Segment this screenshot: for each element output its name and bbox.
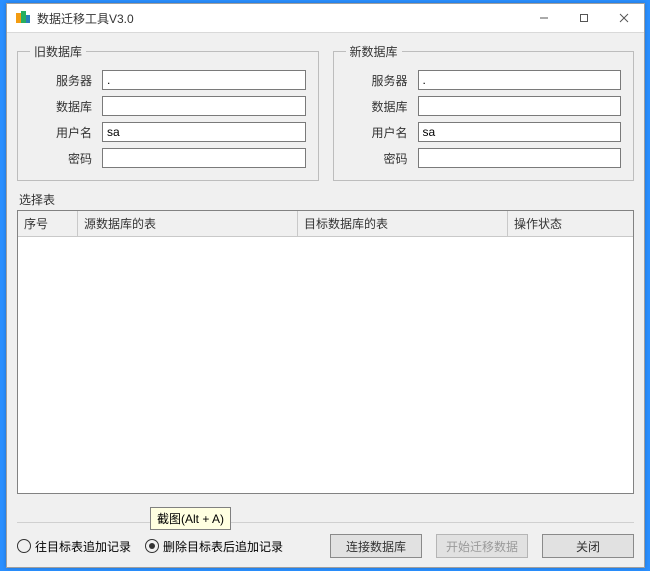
new-database-input[interactable] [418,96,622,116]
radio-replace[interactable]: 删除目标表后追加记录 [145,538,283,555]
screenshot-tooltip: 截图(Alt + A) [150,507,231,530]
new-db-legend: 新数据库 [346,43,402,60]
new-server-input[interactable] [418,70,622,90]
new-server-label: 服务器 [346,72,408,89]
old-password-label: 密码 [30,150,92,167]
select-table-title: 选择表 [19,191,634,208]
radio-icon [145,539,159,553]
minimize-button[interactable] [524,4,564,32]
old-user-label: 用户名 [30,124,92,141]
old-server-label: 服务器 [30,72,92,89]
old-database-label: 数据库 [30,98,92,115]
col-src-header[interactable]: 源数据库的表 [78,211,298,236]
main-window: 数据迁移工具V3.0 旧数据库 服务器 [6,3,645,568]
col-seq-header[interactable]: 序号 [18,211,78,236]
new-password-label: 密码 [346,150,408,167]
new-database-label: 数据库 [346,98,408,115]
old-db-legend: 旧数据库 [30,43,86,60]
titlebar: 数据迁移工具V3.0 [7,4,644,33]
old-server-input[interactable] [102,70,306,90]
old-database-input[interactable] [102,96,306,116]
new-user-input[interactable] [418,122,622,142]
table-header: 序号 源数据库的表 目标数据库的表 操作状态 [18,211,633,237]
new-db-group: 新数据库 服务器 数据库 用户名 密码 [333,43,635,181]
maximize-button[interactable] [564,4,604,32]
old-password-input[interactable] [102,148,306,168]
radio-append-label: 往目标表追加记录 [35,538,131,555]
table-body [18,237,633,491]
window-title: 数据迁移工具V3.0 [37,10,524,27]
close-button[interactable]: 关闭 [542,534,634,558]
old-db-group: 旧数据库 服务器 数据库 用户名 密码 [17,43,319,181]
table-grid[interactable]: 序号 源数据库的表 目标数据库的表 操作状态 [17,210,634,494]
bottom-bar: 往目标表追加记录 删除目标表后追加记录 连接数据库 开始迁移数据 关闭 [17,522,634,561]
radio-icon [17,539,31,553]
app-icon [15,10,31,26]
close-window-button[interactable] [604,4,644,32]
col-status-header[interactable]: 操作状态 [508,211,633,236]
radio-append[interactable]: 往目标表追加记录 [17,538,131,555]
radio-replace-label: 删除目标表后追加记录 [163,538,283,555]
new-password-input[interactable] [418,148,622,168]
start-migrate-button: 开始迁移数据 [436,534,528,558]
connect-db-button[interactable]: 连接数据库 [330,534,422,558]
new-user-label: 用户名 [346,124,408,141]
col-dst-header[interactable]: 目标数据库的表 [298,211,508,236]
old-user-input[interactable] [102,122,306,142]
